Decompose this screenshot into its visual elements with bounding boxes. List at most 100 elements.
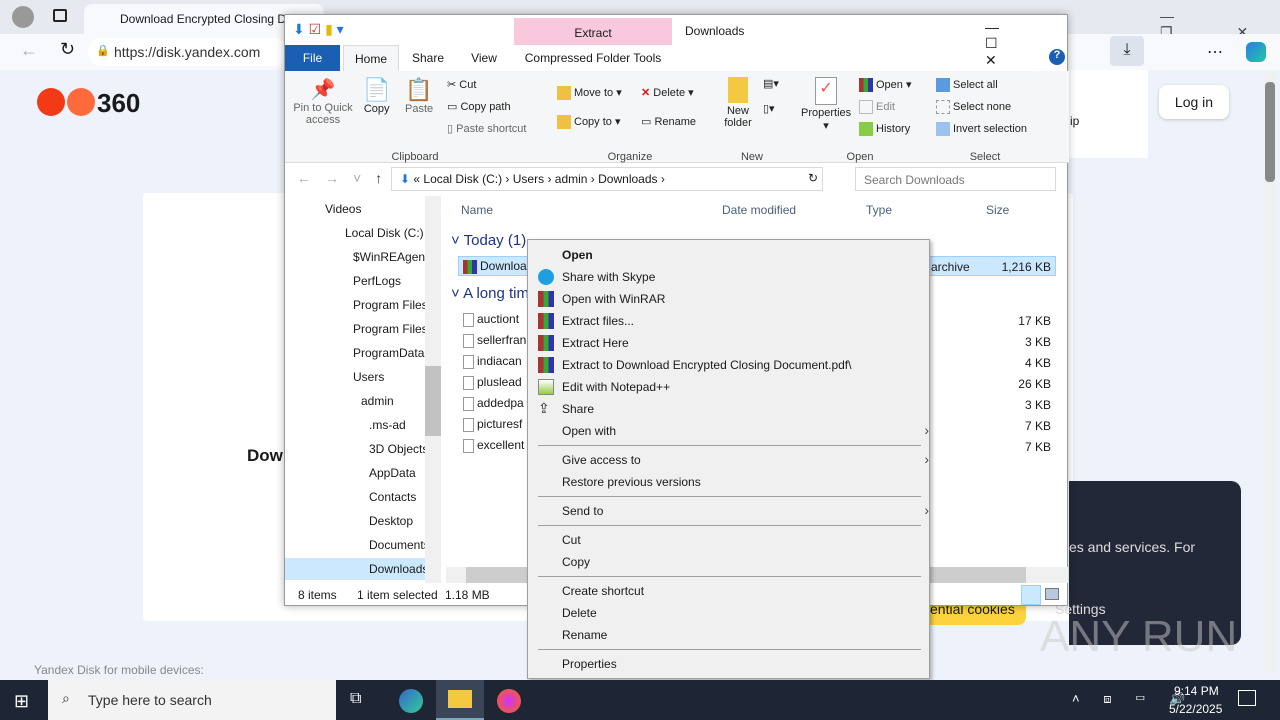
copy-to-button[interactable]: Copy to ▾	[557, 115, 621, 130]
new-item-button[interactable]: ▤▾ ▯▾	[763, 77, 779, 115]
winrar-icon	[538, 291, 554, 307]
paste-button[interactable]: 📋 Paste	[405, 77, 433, 115]
column-name[interactable]: Name	[461, 203, 493, 217]
rename-button[interactable]: ▭ Rename	[641, 115, 696, 128]
nav-item-downloads[interactable]: Downloads	[285, 558, 428, 580]
clipboard-group-label: Clipboard	[391, 151, 439, 163]
menu-open-winrar[interactable]: Open with WinRAR	[562, 292, 665, 306]
pin-quick-access-button[interactable]: 📌 Pin to Quick access	[291, 77, 355, 126]
refresh-icon[interactable]: ↻	[60, 39, 75, 60]
paste-shortcut-button[interactable]: ▯ Paste shortcut	[447, 122, 526, 135]
nav-item[interactable]: Contacts	[369, 490, 416, 504]
nav-item[interactable]: Program Files	[353, 322, 428, 336]
menu-cut[interactable]: Cut	[562, 533, 581, 547]
url-field[interactable]: https://disk.yandex.com	[88, 38, 288, 66]
copilot-icon[interactable]	[1246, 42, 1266, 62]
menu-extract-files[interactable]: Extract files...	[562, 314, 634, 328]
copy-button[interactable]: 📄 Copy	[363, 77, 390, 115]
nav-item[interactable]: .ms-ad	[369, 418, 406, 432]
nav-item[interactable]: admin	[361, 394, 394, 408]
column-date[interactable]: Date modified	[722, 203, 796, 217]
refresh-icon: ↻	[807, 171, 818, 185]
file-explorer-icon[interactable]	[436, 680, 484, 720]
open-button[interactable]: Open ▾	[859, 78, 912, 93]
nav-item[interactable]: Users	[353, 370, 384, 384]
firefox-icon[interactable]	[497, 689, 521, 713]
help-icon[interactable]: ?	[1049, 49, 1065, 65]
column-size[interactable]: Size	[986, 203, 1009, 217]
select-all-button[interactable]: Select all	[936, 78, 998, 92]
copy-path-button[interactable]: ▭ Copy path	[447, 100, 511, 113]
clock-date[interactable]: 5/22/2025	[1169, 702, 1222, 716]
window-title: Downloads	[685, 24, 745, 38]
delete-button[interactable]: ✕ Delete ▾	[641, 86, 694, 99]
nav-scrollbar[interactable]	[425, 196, 441, 583]
winrar-icon	[538, 335, 554, 351]
group-today[interactable]: ˅ Today (1)	[451, 232, 526, 249]
nav-item[interactable]: Program Files	[353, 298, 428, 312]
tab-view[interactable]: View	[457, 45, 511, 71]
cut-button[interactable]: ✂ Cut	[447, 78, 476, 91]
nav-item[interactable]: PerfLogs	[353, 274, 401, 288]
notifications-icon[interactable]	[1238, 690, 1256, 706]
back-icon[interactable]: ←	[20, 40, 38, 61]
chevron-right-icon: ›	[924, 502, 929, 518]
menu-edit-notepad[interactable]: Edit with Notepad++	[562, 380, 670, 394]
tab-share[interactable]: Share	[403, 45, 453, 71]
tab-file[interactable]: File	[285, 45, 340, 71]
menu-create-shortcut[interactable]: Create shortcut	[562, 584, 644, 598]
select-group-label: Select	[969, 151, 1001, 163]
task-view-icon[interactable]: ⧉	[350, 690, 361, 708]
menu-properties[interactable]: Properties	[562, 657, 617, 671]
clock-time[interactable]: 9:14 PM	[1174, 684, 1219, 698]
login-button[interactable]: Log in	[1159, 85, 1229, 119]
move-to-button[interactable]: Move to ▾	[557, 86, 622, 101]
column-type[interactable]: Type	[866, 203, 892, 217]
menu-open-with[interactable]: Open with ›	[562, 422, 929, 438]
menu-separator	[538, 496, 921, 497]
menu-send-to[interactable]: Send to ›	[562, 502, 929, 518]
nav-item[interactable]: 3D Objects	[369, 442, 428, 456]
more-icon[interactable]: ⋯	[1207, 42, 1223, 62]
menu-restore-versions[interactable]: Restore previous versions	[562, 475, 701, 489]
page-scrollbar[interactable]	[1264, 72, 1276, 672]
address-path[interactable]: ⬇ « Local Disk (C:) › Users › admin › Do…	[391, 167, 823, 191]
menu-extract-to[interactable]: Extract to Download Encrypted Closing Do…	[562, 358, 851, 372]
nav-item[interactable]: $WinREAgent	[353, 250, 428, 264]
invert-selection-button[interactable]: Invert selection	[936, 122, 1027, 136]
menu-extract-here[interactable]: Extract Here	[562, 336, 629, 350]
nav-buttons[interactable]: ←→˅↑	[297, 170, 396, 186]
large-icons-view-icon[interactable]	[1045, 588, 1059, 600]
details-view-icon[interactable]	[1021, 585, 1041, 605]
nav-item[interactable]: AppData	[369, 466, 416, 480]
menu-share[interactable]: Share	[562, 402, 594, 416]
menu-open[interactable]: Open	[562, 248, 593, 262]
menu-delete[interactable]: Delete	[562, 606, 597, 620]
nav-item[interactable]: ProgramData	[353, 346, 424, 360]
tab-home[interactable]: Home	[343, 45, 399, 71]
edit-button[interactable]: Edit	[859, 100, 895, 114]
edge-icon[interactable]	[399, 689, 423, 713]
menu-copy[interactable]: Copy	[562, 555, 590, 569]
nav-item[interactable]: Documents	[369, 538, 430, 552]
start-button[interactable]: ⊞	[14, 691, 29, 712]
select-none-button[interactable]: Select none	[936, 100, 1011, 114]
tab-actions-icon[interactable]	[53, 9, 67, 22]
nav-item[interactable]: Videos	[325, 202, 361, 216]
context-menu: Open Share with Skype Open with WinRAR E…	[527, 239, 930, 679]
nav-item[interactable]: Desktop	[369, 514, 413, 528]
properties-button[interactable]: ✓ Properties ▾	[801, 77, 851, 132]
menu-rename[interactable]: Rename	[562, 628, 607, 642]
search-input[interactable]: Search Downloads	[855, 167, 1056, 191]
quick-access-toolbar[interactable]: ⬇ ☑ ▮ ▾	[293, 21, 344, 38]
menu-share-skype[interactable]: Share with Skype	[562, 270, 655, 284]
taskbar-search[interactable]: ⌕ Type here to search	[48, 680, 336, 720]
menu-give-access[interactable]: Give access to ›	[562, 451, 929, 467]
downloads-icon[interactable]: ⤓	[1110, 36, 1144, 66]
history-button[interactable]: History	[859, 122, 910, 136]
new-folder-button[interactable]: New folder	[721, 77, 755, 129]
tab-compressed-folder-tools[interactable]: Compressed Folder Tools	[514, 45, 672, 71]
nav-item[interactable]: Local Disk (C:)	[345, 226, 424, 240]
profile-icon[interactable]	[12, 6, 34, 28]
open-group-label: Open	[846, 151, 874, 163]
